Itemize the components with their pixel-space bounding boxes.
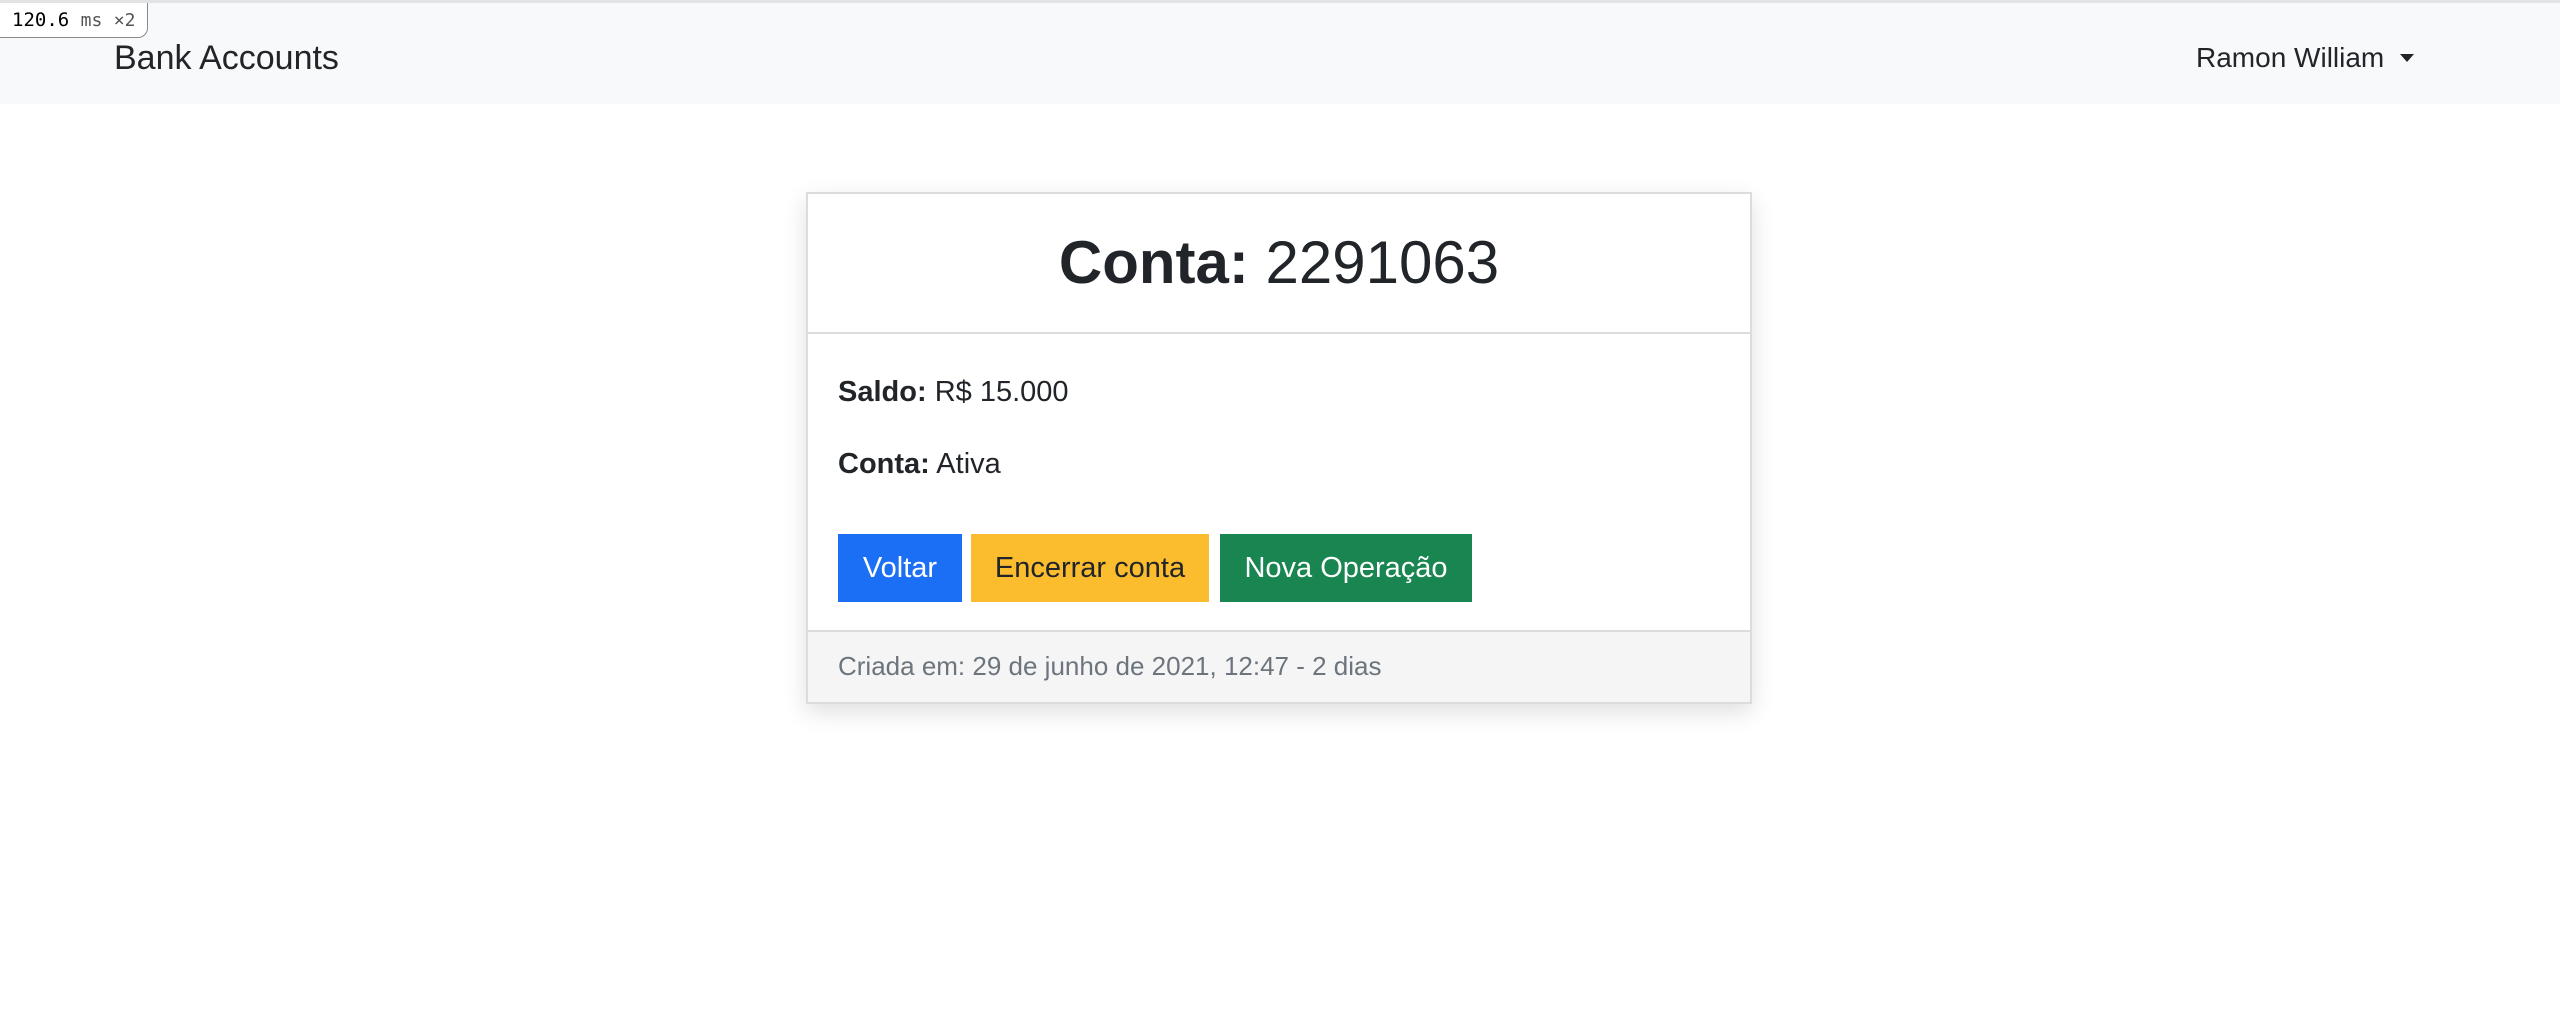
navbar: Bank Accounts Ramon William <box>0 3 2560 104</box>
navbar-brand[interactable]: Bank Accounts <box>114 34 339 82</box>
status-label: Conta: <box>838 448 930 480</box>
close-account-button[interactable]: Encerrar conta <box>971 534 1209 602</box>
balance-value: R$ 15.000 <box>934 376 1069 408</box>
card-body: Saldo: R$ 15.000 Conta: Ativa Voltar Enc… <box>808 334 1750 624</box>
caret-down-icon <box>2400 54 2415 62</box>
status-value: Ativa <box>936 448 1001 480</box>
perf-debug-badge: 120.6 ms ×2 <box>0 3 149 38</box>
card-footer: Criada em: 29 de junho de 2021, 12:47 - … <box>808 630 1750 702</box>
user-name: Ramon William <box>2196 42 2385 73</box>
perf-multiplier: ×2 <box>113 10 136 31</box>
status-line: Conta: Ativa <box>838 444 1001 484</box>
account-card: Conta: 2291063 Saldo: R$ 15.000 Conta: A… <box>806 192 1752 704</box>
user-menu-dropdown[interactable]: Ramon William <box>2196 37 2415 79</box>
created-at-text: Criada em: 29 de junho de 2021, 12:47 - … <box>838 651 1382 681</box>
perf-value: 120.6 <box>12 9 70 31</box>
card-header: Conta: 2291063 <box>808 194 1750 334</box>
perf-unit: ms <box>80 10 103 31</box>
balance-label: Saldo: <box>838 376 927 408</box>
account-title-label: Conta: <box>1058 229 1249 296</box>
balance-line: Saldo: R$ 15.000 <box>838 372 1069 412</box>
account-title: Conta: 2291063 <box>1059 227 1499 299</box>
new-operation-button[interactable]: Nova Operação <box>1220 534 1472 602</box>
back-button[interactable]: Voltar <box>838 534 962 602</box>
account-number: 2291063 <box>1265 229 1500 296</box>
